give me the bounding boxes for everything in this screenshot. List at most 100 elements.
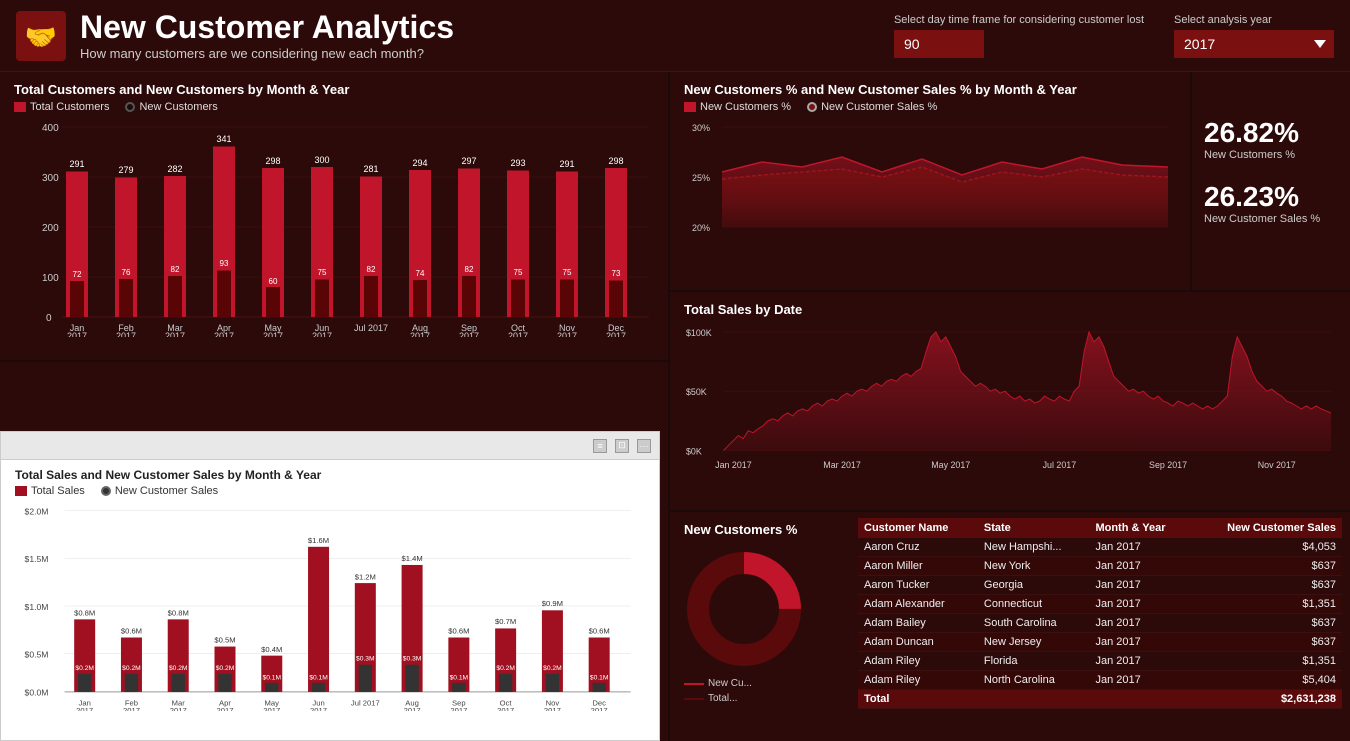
svg-text:$0.6M: $0.6M (589, 627, 610, 636)
legend-new-color (125, 102, 135, 112)
svg-text:$0.0M: $0.0M (25, 688, 49, 698)
bottom-section: New Customers % New Cu... (670, 512, 1350, 741)
legend-total-color (14, 102, 26, 112)
svg-text:$0.2M: $0.2M (122, 665, 141, 672)
svg-text:$0.1M: $0.1M (590, 675, 609, 682)
svg-text:0: 0 (46, 313, 52, 324)
svg-text:293: 293 (510, 158, 525, 168)
svg-text:72: 72 (73, 270, 82, 279)
bar-chart-title: Total Customers and New Customers by Mon… (14, 82, 654, 97)
svg-text:2017: 2017 (116, 331, 136, 337)
svg-text:25%: 25% (692, 173, 710, 183)
donut-legend-new: New Cu... (708, 678, 752, 689)
svg-text:2017: 2017 (170, 706, 187, 711)
table-row: Aaron MillerNew YorkJan 2017$637 (858, 557, 1342, 576)
svg-text:$0.2M: $0.2M (543, 665, 562, 672)
svg-text:2017: 2017 (404, 706, 421, 711)
legend-new-label: New Customers (139, 101, 217, 113)
svg-text:2017: 2017 (591, 706, 608, 711)
legend-total: Total Customers (14, 101, 109, 113)
svg-text:2017: 2017 (544, 706, 561, 711)
svg-text:60: 60 (269, 277, 278, 286)
pct-chart-area: New Customers % and New Customer Sales %… (670, 72, 1190, 290)
legend-new: New Customers (125, 101, 217, 113)
svg-text:2017: 2017 (67, 331, 87, 337)
overlay-restore-icon[interactable]: ⊡ (615, 439, 629, 453)
svg-text:$0.3M: $0.3M (403, 655, 422, 662)
svg-text:282: 282 (167, 164, 182, 174)
svg-text:341: 341 (216, 134, 231, 144)
svg-text:200: 200 (42, 223, 59, 234)
svg-text:2017: 2017 (312, 331, 332, 337)
svg-text:$0.2M: $0.2M (75, 665, 94, 672)
sales-date-svg: $100K $50K $0K Jan 2017 Mar 2017 (684, 321, 1336, 491)
pct-section: New Customers % and New Customer Sales %… (670, 72, 1350, 292)
dayframe-input[interactable] (894, 30, 984, 58)
year-label: Select analysis year (1174, 14, 1334, 26)
pct-chart-svg: 30% 25% 20% (684, 117, 1176, 267)
right-panel: New Customers % and New Customer Sales %… (670, 72, 1350, 741)
svg-text:Jan 2017: Jan 2017 (715, 460, 752, 470)
pct-chart-title: New Customers % and New Customer Sales %… (684, 82, 1176, 97)
svg-text:$50K: $50K (686, 387, 707, 397)
svg-text:76: 76 (122, 268, 131, 277)
svg-text:$0.6M: $0.6M (448, 627, 469, 636)
svg-text:300: 300 (42, 173, 59, 184)
col-customer: Customer Name (858, 518, 978, 538)
overlay-menu-icon[interactable]: ≡ (593, 439, 607, 453)
overlay-legend-total-color (15, 486, 27, 496)
overlay-legend-new-color (101, 486, 111, 496)
overlay-drag-handle[interactable] (9, 432, 585, 459)
svg-text:$1.5M: $1.5M (25, 554, 49, 564)
donut-title: New Customers % (684, 522, 836, 537)
dayframe-label: Select day time frame for considering cu… (894, 14, 1144, 26)
col-sales: New Customer Sales (1192, 518, 1342, 538)
svg-text:$0.9M: $0.9M (542, 599, 563, 608)
svg-text:2017: 2017 (263, 331, 283, 337)
pct-chart-legend: New Customers % New Customer Sales % (684, 101, 1176, 113)
svg-text:🤝: 🤝 (25, 22, 57, 52)
svg-text:75: 75 (514, 268, 523, 277)
svg-text:82: 82 (367, 265, 376, 274)
title-block: New Customer Analytics How many customer… (80, 10, 894, 60)
overlay-chart-svg: $2.0M $1.5M $1.0M $0.5M $0.0M $0.8M (15, 501, 645, 711)
pct-legend-new-label: New Customers % (700, 101, 791, 113)
svg-text:2017: 2017 (310, 706, 327, 711)
svg-text:Mar 2017: Mar 2017 (823, 460, 861, 470)
legend-total-label: Total Customers (30, 101, 109, 113)
svg-text:$2.0M: $2.0M (25, 506, 49, 516)
svg-text:2017: 2017 (508, 331, 528, 337)
donut-svg (684, 549, 804, 669)
dayframe-control: Select day time frame for considering cu… (894, 14, 1144, 58)
pct-legend-new: New Customers % (684, 101, 791, 113)
svg-text:Jul 2017: Jul 2017 (354, 323, 388, 333)
donut-legend: New Cu... Total... (684, 678, 836, 704)
svg-text:$0.3M: $0.3M (356, 655, 375, 662)
svg-text:2017: 2017 (459, 331, 479, 337)
svg-text:$0.5M: $0.5M (25, 650, 49, 660)
main-content: Total Customers and New Customers by Mon… (0, 72, 1350, 741)
svg-text:73: 73 (612, 269, 621, 278)
svg-text:400: 400 (42, 123, 59, 134)
svg-text:297: 297 (461, 156, 476, 166)
donut-section: New Customers % New Cu... (670, 512, 850, 741)
svg-text:30%: 30% (692, 123, 710, 133)
svg-text:$0.2M: $0.2M (496, 665, 515, 672)
svg-text:82: 82 (171, 265, 180, 274)
bars: 291 72 279 76 282 82 341 93 (66, 134, 627, 317)
svg-text:$1.0M: $1.0M (25, 602, 49, 612)
table-row: Adam DuncanNew JerseyJan 2017$637 (858, 633, 1342, 652)
pct-legend-sales-label: New Customer Sales % (821, 101, 937, 113)
header: 🤝 New Customer Analytics How many custom… (0, 0, 1350, 72)
overlay-more-icon[interactable]: ··· (637, 439, 651, 453)
svg-text:$0.1M: $0.1M (450, 675, 469, 682)
app-title: New Customer Analytics (80, 10, 894, 45)
svg-text:75: 75 (318, 268, 327, 277)
svg-text:2017: 2017 (606, 331, 626, 337)
year-select[interactable]: 2017 2016 2018 (1174, 30, 1334, 58)
svg-text:$100K: $100K (686, 328, 712, 338)
year-control: Select analysis year 2017 2016 2018 (1174, 14, 1334, 58)
overlay-legend-new: New Customer Sales (101, 485, 218, 497)
stat1-pct: 26.82% (1204, 117, 1338, 149)
svg-text:2017: 2017 (76, 706, 93, 711)
